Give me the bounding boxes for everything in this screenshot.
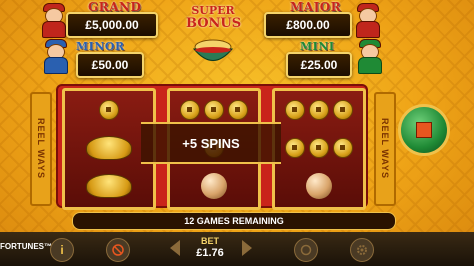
coin-icon bbox=[309, 138, 329, 158]
mute-icon bbox=[112, 244, 124, 256]
coin-icon bbox=[309, 100, 329, 120]
left-reel-ways-panel: REEL WAYS bbox=[30, 92, 52, 206]
bet-value: £1.76 bbox=[196, 247, 224, 259]
sound-button[interactable] bbox=[106, 238, 130, 262]
autoplay-icon bbox=[300, 244, 312, 256]
gold-ingot-icon bbox=[86, 136, 132, 160]
mascot-body bbox=[44, 57, 68, 74]
minor-jackpot-value: £50.00 bbox=[76, 52, 144, 78]
coin-icon bbox=[285, 100, 305, 120]
info-icon: i bbox=[60, 243, 64, 257]
gear-icon bbox=[357, 245, 367, 255]
mini-jackpot-value: £25.00 bbox=[286, 52, 352, 78]
games-remaining-bar: 12 GAMES REMAINING bbox=[72, 212, 396, 230]
major-mascot bbox=[354, 3, 380, 38]
settings-button[interactable] bbox=[350, 238, 374, 262]
reel-2-symbol-3 bbox=[170, 167, 258, 205]
reel-3-symbol-3 bbox=[275, 167, 363, 205]
coin-icon bbox=[180, 100, 200, 120]
grand-jackpot-value: £5,000.00 bbox=[66, 12, 158, 38]
gold-pouch-icon bbox=[201, 173, 227, 199]
bet-increase-arrow-icon[interactable] bbox=[242, 240, 252, 256]
right-reel-ways-panel: REEL WAYS bbox=[374, 92, 396, 206]
mascot-body bbox=[42, 21, 66, 38]
coin-icon bbox=[333, 100, 353, 120]
pearl-icon bbox=[306, 173, 332, 199]
reel-3 bbox=[272, 88, 366, 210]
brand-label: FORTUNES™ bbox=[0, 242, 52, 251]
mini-mascot bbox=[356, 39, 382, 74]
reel-3-symbol-2 bbox=[275, 129, 363, 167]
mascot-body bbox=[356, 21, 380, 38]
coin-icon bbox=[333, 138, 353, 158]
gold-bowl-icon bbox=[192, 39, 234, 61]
reel-3-symbol-1 bbox=[275, 91, 363, 129]
mascot-body bbox=[358, 57, 382, 74]
minor-mascot bbox=[42, 39, 68, 74]
free-spins-banner: +5 SPINS bbox=[141, 122, 281, 164]
grand-mascot bbox=[40, 3, 66, 38]
bet-label: BET bbox=[201, 236, 219, 246]
reel-1-symbol-1 bbox=[65, 91, 153, 129]
logo-line-2: BONUS bbox=[186, 16, 242, 31]
coin-icon bbox=[228, 100, 248, 120]
reel-1-symbol-3 bbox=[65, 167, 153, 205]
stop-icon bbox=[416, 122, 432, 138]
coin-icon bbox=[204, 100, 224, 120]
super-bonus-logo: SUPER BONUS bbox=[186, 4, 242, 36]
major-jackpot-value: £800.00 bbox=[264, 12, 352, 38]
coin-icon bbox=[285, 138, 305, 158]
autoplay-button[interactable] bbox=[294, 238, 318, 262]
reel-1-symbol-2 bbox=[65, 129, 153, 167]
stop-button[interactable] bbox=[398, 104, 450, 156]
coin-icon bbox=[99, 100, 119, 120]
game-screen: GRAND £5,000.00 MINOR £50.00 SUPER BONUS… bbox=[0, 0, 474, 266]
info-button[interactable]: i bbox=[50, 238, 74, 262]
gold-ingot-icon bbox=[86, 174, 132, 198]
bet-decrease-arrow-icon[interactable] bbox=[170, 240, 180, 256]
